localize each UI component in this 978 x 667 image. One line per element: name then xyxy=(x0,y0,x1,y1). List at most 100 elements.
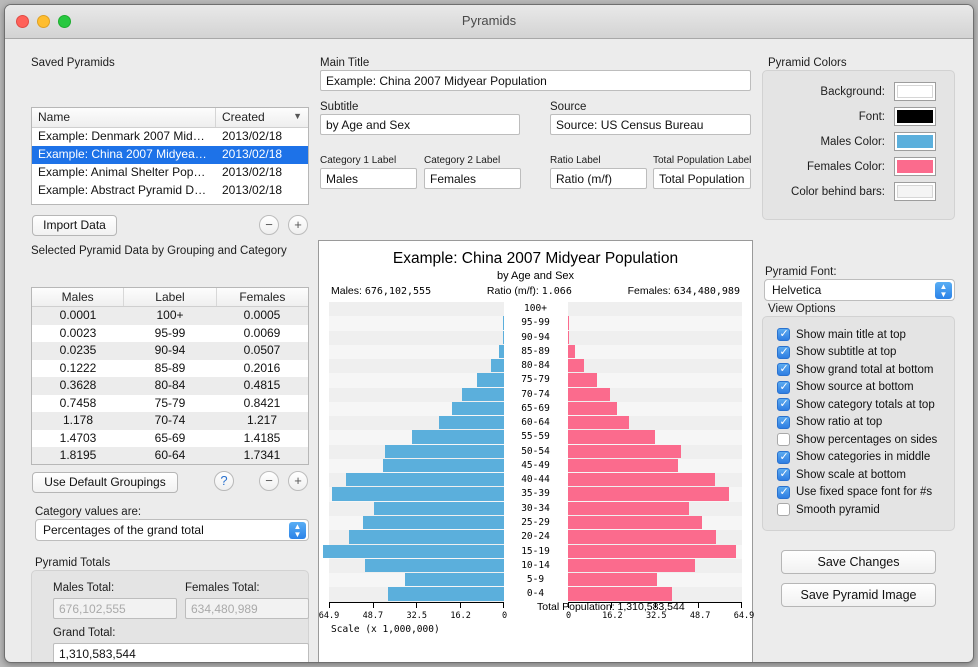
cell-females: 1.4185 xyxy=(243,430,281,445)
category2-input[interactable]: Females xyxy=(424,168,521,189)
remove-row-button[interactable]: − xyxy=(259,471,279,491)
column-header-created[interactable]: Created ▼ xyxy=(216,108,308,127)
view-option-row[interactable]: Show ratio at top xyxy=(777,414,954,432)
table-row[interactable]: 2.603455-592.4834 xyxy=(32,465,308,466)
color-swatch[interactable] xyxy=(894,157,936,176)
view-option-row[interactable]: Show scale at bottom xyxy=(777,466,954,484)
column-header-females[interactable]: Females xyxy=(217,288,308,306)
list-item[interactable]: Example: Abstract Pyramid Design 2013/02… xyxy=(32,182,308,200)
grand-total-label: Grand Total: xyxy=(53,627,116,639)
chart-title: Example: China 2007 Midyear Population xyxy=(392,250,679,267)
table-row[interactable]: 0.3628 80-84 0.4815 xyxy=(32,377,308,395)
pyramid-bar-males xyxy=(499,344,504,359)
checkbox-icon[interactable] xyxy=(777,397,790,412)
pyramid-bar-females xyxy=(567,487,729,501)
checkbox-icon[interactable] xyxy=(777,467,790,482)
column-header-name[interactable]: Name xyxy=(32,108,216,127)
total-population-input[interactable]: Total Population xyxy=(653,168,751,189)
checkbox-icon[interactable] xyxy=(777,327,790,342)
females-total-field[interactable]: 634,480,989 xyxy=(185,598,309,619)
list-item-selected[interactable]: Example: China 2007 Midyear Pop… 2013/02… xyxy=(32,146,308,164)
use-default-groupings-button[interactable]: Use Default Groupings xyxy=(32,472,178,493)
help-button[interactable]: ? xyxy=(214,471,234,491)
subtitle-input[interactable]: by Age and Sex xyxy=(320,114,520,135)
view-option-row[interactable]: Show category totals at top xyxy=(777,396,954,414)
pyramid-bar-females xyxy=(567,344,575,359)
cell-label: 95-99 xyxy=(154,325,186,340)
checkbox-icon[interactable] xyxy=(777,433,790,447)
pyramid-bar-males-track xyxy=(329,344,504,360)
checkbox-icon[interactable] xyxy=(777,450,790,464)
checkbox-icon[interactable] xyxy=(777,380,790,394)
pyramid-category-label: 15-19 xyxy=(503,544,568,559)
chart-males-value: 676,102,555 xyxy=(364,286,432,297)
color-swatch[interactable] xyxy=(894,132,936,151)
table-row[interactable]: 0.0023 95-99 0.0069 xyxy=(32,325,308,343)
table-row[interactable]: 1.8195 60-64 1.7341 xyxy=(32,447,308,464)
view-option-label: Show category totals at top xyxy=(796,398,935,411)
checkbox-icon[interactable] xyxy=(777,415,790,429)
list-item[interactable]: Example: Denmark 2007 Midyear… 2013/02/1… xyxy=(32,128,308,146)
axis-tick-label: 48.7 xyxy=(689,611,711,621)
checkbox-icon[interactable] xyxy=(777,485,790,499)
list-item[interactable]: Example: Animal Shelter Population 2013/… xyxy=(32,164,308,182)
pyramid-category-label: 35-39 xyxy=(503,487,568,502)
checkbox-icon[interactable] xyxy=(777,503,790,517)
color-swatch[interactable] xyxy=(894,182,936,201)
pyramid-data-table[interactable]: Males Label Females 0.0001 100+ 0.0005 0.00… xyxy=(31,287,309,465)
category1-input[interactable]: Males xyxy=(320,168,417,189)
total-population-label: Total Population Label xyxy=(653,155,752,166)
saved-pyramids-list[interactable]: Name Created ▼ Example: Denmark 2007 Mid… xyxy=(31,107,309,205)
color-swatch[interactable] xyxy=(894,82,936,101)
ratio-input[interactable]: Ratio (m/f) xyxy=(550,168,647,189)
view-option-row[interactable]: Use fixed space font for #s xyxy=(777,484,954,502)
table-row[interactable]: 0.0001 100+ 0.0005 xyxy=(32,307,308,325)
source-input[interactable]: Source: US Census Bureau xyxy=(550,114,751,135)
cell-females: 0.0507 xyxy=(243,343,281,357)
view-option-label: Show ratio at top xyxy=(796,416,883,429)
pyramid-bar-males xyxy=(411,430,504,444)
view-option-row[interactable]: Show percentages on sides xyxy=(777,431,954,449)
save-pyramid-image-button[interactable]: Save Pyramid Image xyxy=(781,583,936,607)
pyramid-row: 75-79 xyxy=(329,373,742,388)
column-header-label[interactable]: Label xyxy=(124,288,217,306)
column-header-males[interactable]: Males xyxy=(32,288,125,306)
chart-females-value: 634,480,989 xyxy=(673,286,740,297)
import-data-button[interactable]: Import Data xyxy=(32,215,117,236)
view-option-row[interactable]: Show categories in middle xyxy=(777,449,954,467)
table-row[interactable]: 1.4703 65-69 1.4185 xyxy=(32,430,308,448)
add-row-button[interactable]: + xyxy=(288,471,308,491)
pyramid-bar-females-track xyxy=(567,330,742,345)
grand-total-field[interactable]: 1,310,583,544 xyxy=(53,643,309,662)
category-values-select[interactable]: Percentages of the grand total ▲ ▼ xyxy=(35,519,309,541)
view-option-row[interactable]: Show source at bottom xyxy=(777,379,954,397)
table-row[interactable]: 0.7458 75-79 0.8421 xyxy=(32,395,308,413)
checkbox-icon[interactable] xyxy=(777,345,790,359)
add-pyramid-button[interactable]: + xyxy=(288,215,308,235)
pyramid-font-select[interactable]: Helvetica ▲ ▼ xyxy=(764,279,955,301)
save-changes-button[interactable]: Save Changes xyxy=(781,550,936,574)
pyramid-row: 30-34 xyxy=(329,501,742,516)
color-swatch[interactable] xyxy=(894,107,936,126)
pyramid-bar-females-track xyxy=(567,444,742,459)
males-total-field[interactable]: 676,102,555 xyxy=(53,598,177,619)
table-row[interactable]: 0.0235 90-94 0.0507 xyxy=(32,342,308,360)
cell-label: 55-59 xyxy=(124,465,216,466)
table-row[interactable]: 0.1222 85-89 0.2016 xyxy=(32,360,308,378)
view-option-label: Show source at bottom xyxy=(796,381,914,394)
checkbox-icon[interactable] xyxy=(777,362,790,377)
view-option-row[interactable]: Show main title at top xyxy=(777,326,954,344)
view-option-row[interactable]: Smooth pyramid xyxy=(777,501,954,519)
pyramid-category-label: 0-4 xyxy=(503,587,568,602)
main-title-input[interactable]: Example: China 2007 Midyear Population xyxy=(320,70,751,91)
view-option-row[interactable]: Show grand total at bottom xyxy=(777,361,954,379)
pyramid-category-label: 95-99 xyxy=(503,316,568,331)
pyramid-bar-males-track xyxy=(329,302,504,317)
view-option-row[interactable]: Show subtitle at top xyxy=(777,344,954,362)
pyramid-row: 5-9 xyxy=(329,573,742,588)
table-row[interactable]: 1.178 70-74 1.217 xyxy=(32,412,308,430)
cell-males: 0.0235 xyxy=(59,343,97,357)
remove-pyramid-button[interactable]: − xyxy=(259,215,279,235)
view-options-list: Show main title at top Show subtitle at t… xyxy=(763,317,954,519)
app-window: Pyramids Saved Pyramids Name Created ▼ E… xyxy=(4,4,974,663)
